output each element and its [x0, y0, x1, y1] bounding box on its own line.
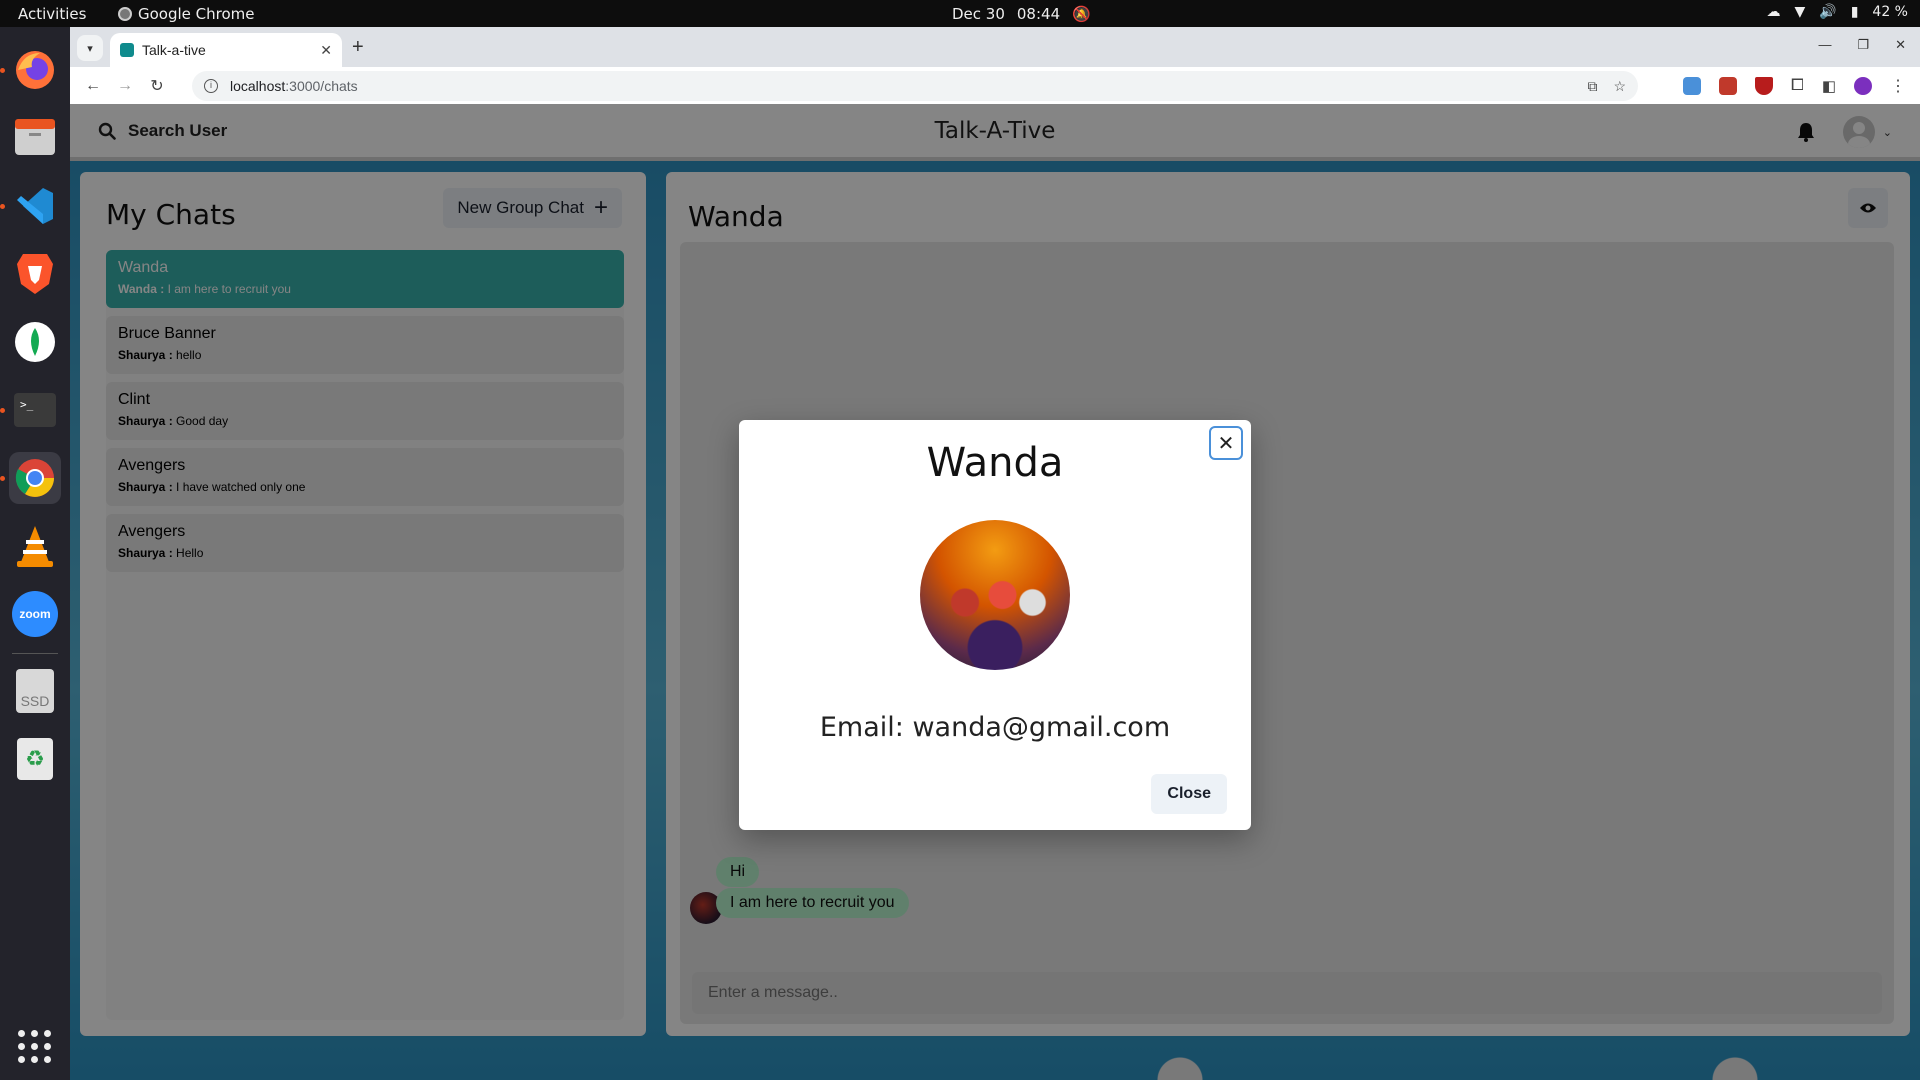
dock-brave[interactable] [9, 248, 61, 300]
dock-chrome[interactable] [0, 452, 61, 504]
back-icon[interactable]: ← [80, 77, 106, 95]
dock-zoom[interactable]: zoom [9, 588, 61, 640]
battery-level: 42 % [1872, 4, 1908, 20]
browser-window: ▾ Talk-a-tive ✕ + — ❐ ✕ ← → ↻ i localhos… [70, 27, 1920, 1080]
dock: >_ zoom SSD ♻ [0, 27, 70, 1080]
minimize-icon[interactable]: — [1818, 37, 1831, 53]
modal-title: Wanda [926, 440, 1064, 486]
system-tray[interactable]: ☁ ▼ 🔊 ▮ 42 % [1766, 4, 1908, 20]
chrome-icon [118, 7, 132, 21]
dock-separator [12, 653, 58, 654]
cloud-icon: ☁ [1766, 4, 1781, 20]
vscode-icon [17, 188, 53, 224]
window-controls: — ❐ ✕ [1818, 37, 1906, 53]
install-app-icon[interactable]: ⧉ [1587, 78, 1597, 95]
vlc-icon [17, 526, 53, 567]
battery-icon: ▮ [1850, 4, 1859, 20]
page-viewport: Search User Talk-A-Tive ⌄ My Chats New G… [70, 104, 1920, 1080]
extension-icon[interactable] [1683, 77, 1701, 95]
clock[interactable]: Dec 30 08:44 🔕 [952, 5, 1091, 23]
site-info-icon[interactable]: i [204, 79, 218, 93]
volume-icon: 🔊 [1819, 4, 1837, 20]
restore-icon[interactable]: ❐ [1857, 37, 1869, 53]
extension-icon[interactable] [1719, 77, 1737, 95]
running-indicator [0, 68, 5, 73]
running-indicator [0, 204, 5, 209]
wifi-icon: ▼ [1794, 4, 1806, 20]
dock-files[interactable] [9, 112, 61, 164]
date: Dec 30 [952, 5, 1005, 23]
time: 08:44 [1016, 5, 1061, 23]
brave-icon [17, 254, 53, 294]
dock-ssd[interactable]: SSD [9, 665, 61, 717]
reload-icon[interactable]: ↻ [144, 76, 170, 96]
forward-icon[interactable]: → [112, 77, 138, 95]
url-path: :3000/chats [285, 78, 358, 94]
dock-terminal[interactable]: >_ [0, 384, 61, 436]
new-tab-icon[interactable]: + [352, 36, 364, 59]
notifications-muted-icon: 🔕 [1072, 5, 1091, 23]
url-host: localhost [230, 78, 286, 94]
dock-firefox[interactable] [0, 44, 61, 96]
close-button[interactable]: Close [1151, 774, 1227, 814]
close-window-icon[interactable]: ✕ [1895, 37, 1906, 53]
tab-search-button[interactable]: ▾ [77, 35, 103, 61]
dock-vlc[interactable] [9, 520, 61, 572]
dock-mongodb-compass[interactable] [9, 316, 61, 368]
chrome-icon [15, 459, 54, 497]
show-apps-icon[interactable] [18, 1030, 52, 1064]
running-indicator [0, 476, 5, 481]
bookmark-star-icon[interactable]: ☆ [1613, 78, 1626, 95]
profile-modal: Wanda ✕ Email: wanda@gmail.com Close [739, 420, 1251, 830]
modal-email: Email: wanda@gmail.com [819, 712, 1171, 743]
terminal-icon: >_ [14, 393, 56, 427]
drive-icon: SSD [16, 669, 54, 713]
activities-button[interactable]: Activities [18, 5, 86, 23]
extensions-area: ⧠ ◧ ⋮ [1683, 76, 1906, 96]
mongodb-compass-icon [15, 322, 55, 362]
svg-text:>_: >_ [20, 398, 34, 411]
firefox-icon [16, 51, 54, 89]
profile-avatar-icon[interactable] [1854, 77, 1872, 95]
close-tab-icon[interactable]: ✕ [320, 42, 332, 59]
system-top-bar: Activities Google Chrome Dec 30 08:44 🔕 … [0, 0, 1920, 27]
running-indicator [0, 408, 5, 413]
dock-vscode[interactable] [0, 180, 61, 232]
tab-strip: ▾ Talk-a-tive ✕ + — ❐ ✕ [70, 27, 1920, 67]
files-icon [15, 119, 55, 155]
trash-icon: ♻ [17, 738, 53, 780]
browser-toolbar: ← → ↻ i localhost:3000/chats ⧉ ☆ ⧠ ◧ ⋮ [70, 67, 1920, 104]
modal-close-icon[interactable]: ✕ [1209, 426, 1243, 460]
app-menu[interactable]: Google Chrome [118, 5, 255, 23]
favicon-icon [120, 43, 134, 57]
shield-extension-icon[interactable] [1755, 77, 1773, 95]
dock-trash[interactable]: ♻ [9, 733, 61, 785]
side-panel-icon[interactable]: ◧ [1822, 77, 1836, 95]
profile-picture [920, 520, 1070, 670]
menu-kebab-icon[interactable]: ⋮ [1890, 76, 1906, 96]
zoom-icon: zoom [12, 591, 58, 637]
app-name: Google Chrome [138, 5, 255, 23]
extensions-puzzle-icon[interactable]: ⧠ [1791, 77, 1804, 95]
browser-tab[interactable]: Talk-a-tive ✕ [110, 33, 342, 67]
address-bar[interactable]: i localhost:3000/chats ⧉ ☆ [192, 71, 1638, 101]
tab-title: Talk-a-tive [142, 42, 206, 58]
